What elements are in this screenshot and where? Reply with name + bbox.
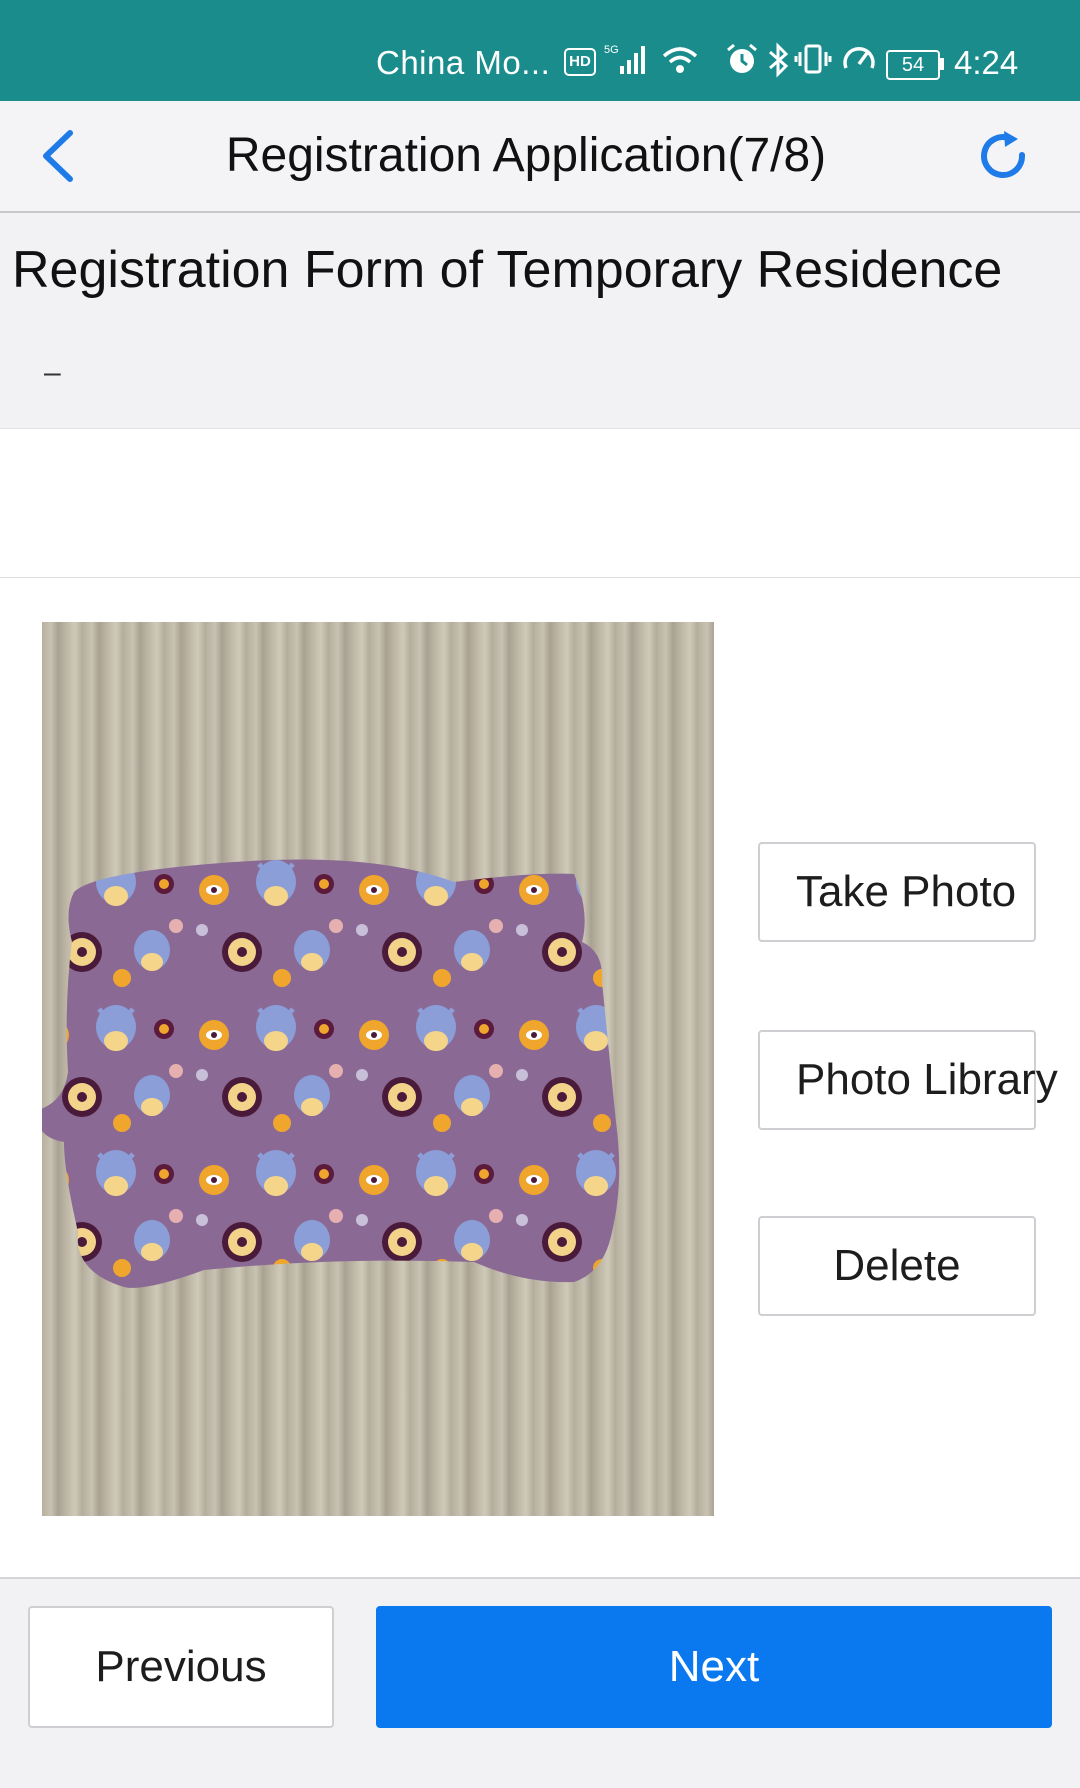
take-photo-button[interactable]: Take Photo (758, 842, 1036, 942)
carrier-name: China Mo... (376, 44, 551, 81)
form-heading: Registration Form of Temporary Residence (12, 241, 1003, 299)
form-blank-section (0, 428, 1080, 578)
page-title: Registration Application(7/8) (225, 129, 827, 182)
wifi-icon (662, 47, 698, 73)
alarm-icon (727, 43, 757, 73)
signal-icon: 5G (604, 44, 645, 74)
refresh-icon[interactable] (976, 129, 1032, 185)
vibrate-icon (794, 44, 832, 74)
battery-icon: 54 (886, 50, 940, 80)
navigation-bar: Registration Application(7/8) (0, 101, 1080, 213)
photo-library-button[interactable]: Photo Library (758, 1030, 1058, 1130)
network-type-label: 5G (604, 44, 619, 56)
uploaded-photo[interactable] (42, 622, 714, 1516)
hd-icon: HD (564, 48, 596, 76)
speed-icon (843, 47, 875, 69)
form-note: – (44, 356, 61, 389)
previous-button[interactable]: Previous (28, 1606, 334, 1728)
delete-photo-button[interactable]: Delete (758, 1216, 1036, 1316)
photo-section: Take Photo Photo Library Delete (0, 578, 1080, 1579)
next-button[interactable]: Next (376, 1606, 1052, 1728)
fabric-pattern-image (42, 859, 620, 1288)
battery-tip (940, 58, 944, 70)
bluetooth-icon (769, 42, 789, 78)
status-bar: China Mo... HD 5G 54 4:24 (0, 0, 1080, 101)
clock: 4:24 (954, 44, 1019, 81)
